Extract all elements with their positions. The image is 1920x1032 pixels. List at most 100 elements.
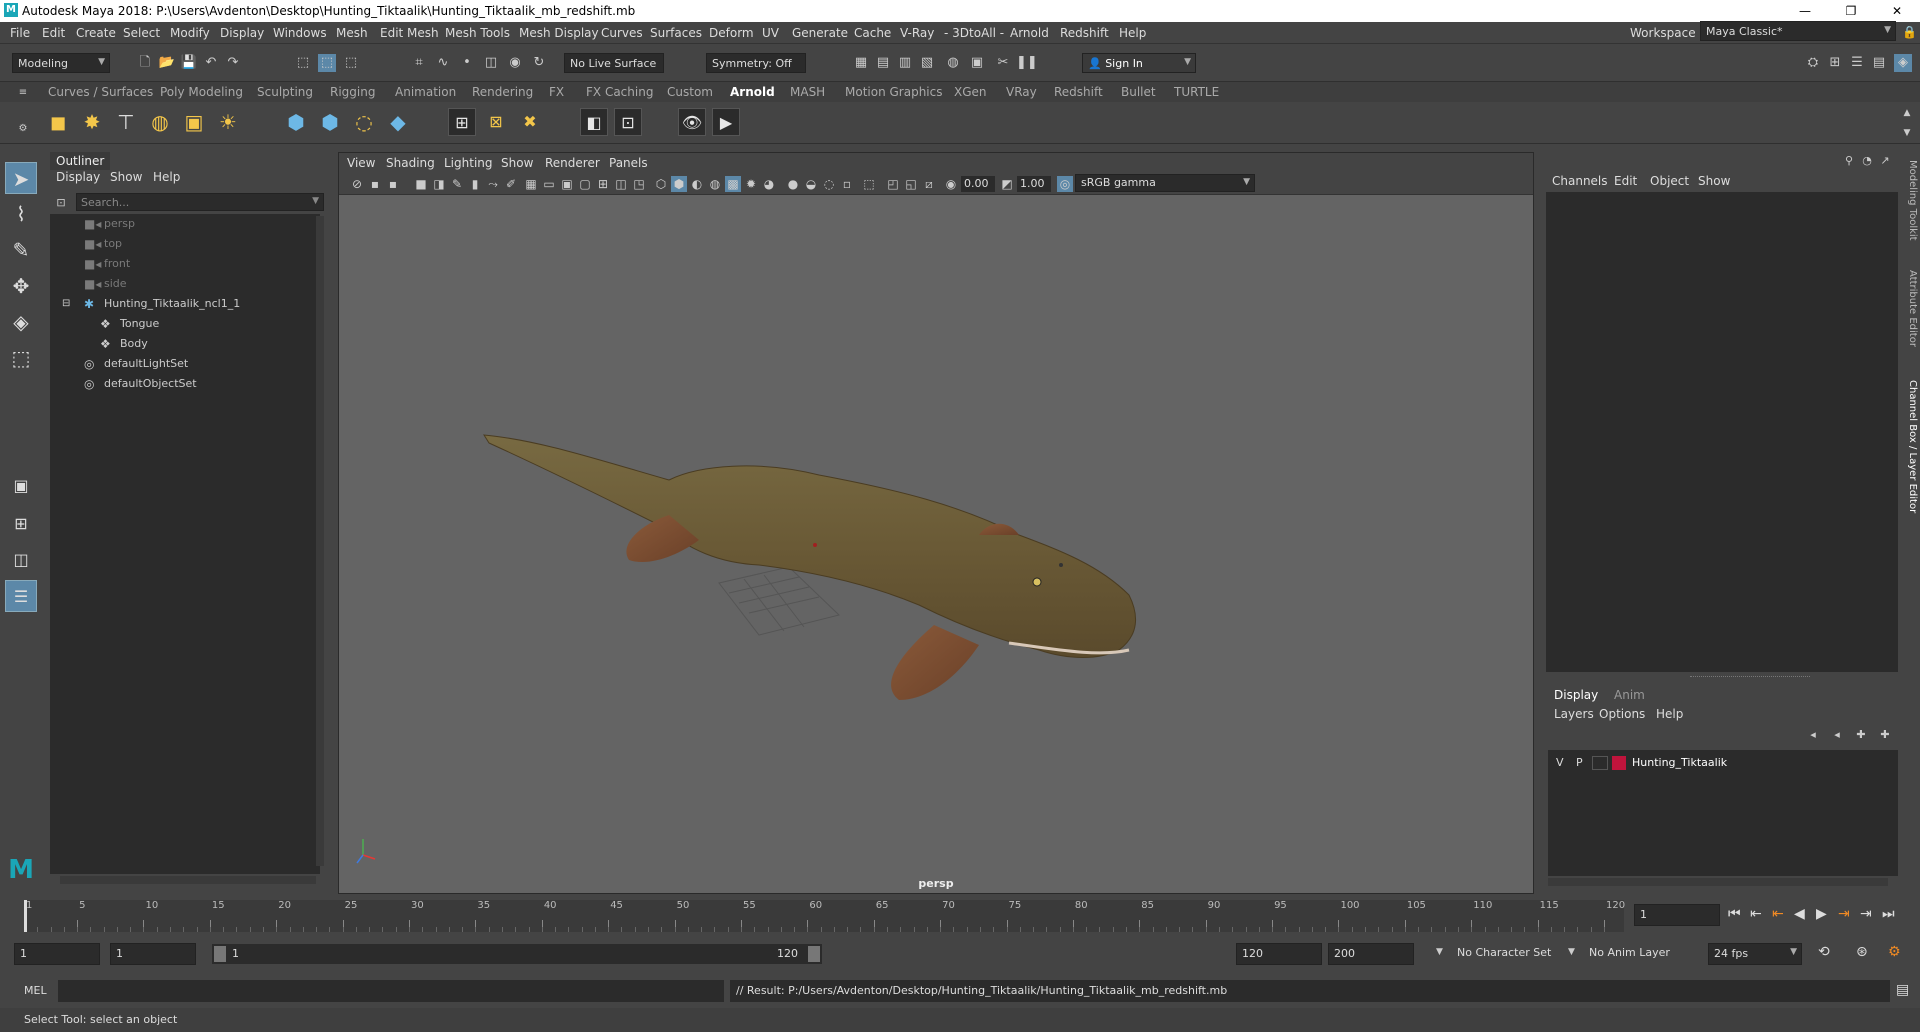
outliner-item-front[interactable]: ■◂ front [50,254,320,274]
viewport-menu-shading[interactable]: Shading [386,156,435,170]
layer-menu-options[interactable]: Options [1599,707,1645,721]
hypershade-icon[interactable]: ◍ [944,54,962,72]
shelf-scroll-up-icon[interactable]: ▲ [1898,104,1916,122]
mode-dropdown[interactable]: Modeling ▼ [12,53,110,73]
panel-splitter[interactable] [1690,676,1810,680]
outliner-horizontal-scrollbar[interactable] [60,876,316,884]
isolate-icon[interactable]: ⬚ [861,176,877,192]
resolution-gate-icon[interactable]: ▣ [559,176,575,192]
paint-select-tool-icon[interactable]: ✎ [5,234,37,266]
layer-editor-toggle-icon[interactable]: ◈ [1894,54,1912,72]
shelf-tab-fx-caching[interactable]: FX Caching [586,85,653,99]
time-slider[interactable]: 1 5 10 15 20 25 30 35 40 45 50 55 60 65 70 75 80 85 90 95 10… [0,896,1920,936]
viewport-menu-lighting[interactable]: Lighting [444,156,493,170]
select-object-icon[interactable]: ⬚ [318,54,336,72]
shelf-tab-mash[interactable]: MASH [790,85,825,99]
menu-select[interactable]: Select [123,26,160,40]
search-options-icon[interactable]: ▼ [312,196,319,206]
step-back-key-icon[interactable]: ⇤ [1750,906,1762,922]
standin-export-icon[interactable]: ⬢ [316,108,344,136]
live-surface-dropdown[interactable]: No Live Surface [564,53,664,73]
flush-sky-cache-icon[interactable]: ⊠ [482,108,510,136]
go-to-end-icon[interactable]: ⏭ [1882,906,1895,922]
xray-components-icon[interactable]: ⧄ [921,176,937,192]
channel-box-menu-edit[interactable]: Edit [1614,174,1637,188]
select-component-icon[interactable]: ⬚ [342,54,360,72]
play-backwards-icon[interactable]: ◀ [1794,906,1805,922]
viewport-menu-show[interactable]: Show [501,156,533,170]
anim-layer-dropdown[interactable]: No Anim Layer [1584,943,1684,965]
color-management-icon[interactable]: ◎ [1057,176,1073,192]
shelf-tab-motion-graphics[interactable]: Motion Graphics [845,85,943,99]
shelf-tab-curves-surfaces[interactable]: Curves / Surfaces [48,85,153,99]
outliner-layout-icon[interactable]: ☰ [5,580,37,612]
outliner-item-default-object-set[interactable]: ◎ defaultObjectSet [50,374,320,394]
range-end-handle[interactable] [808,946,820,962]
layer-tab-display[interactable]: Display [1554,688,1598,702]
current-time-indicator[interactable] [24,900,27,932]
area-light-icon[interactable]: ◼ [44,108,72,136]
symmetry-dropdown[interactable]: Symmetry: Off [706,53,806,73]
channel-box-help-icon[interactable]: ◔ [1858,152,1876,170]
layer-row[interactable]: V P Hunting_Tiktaalik [1548,754,1898,772]
menu-uv[interactable]: UV [762,26,779,40]
layer-visibility-toggle[interactable]: V [1556,756,1564,769]
fps-dropdown[interactable]: 24 fps ▼ [1708,943,1802,965]
playback-end-field[interactable]: 120 [1236,943,1322,965]
menu-curves[interactable]: Curves [601,26,643,40]
mesh-light-icon[interactable]: ✸ [78,108,106,136]
shelf-tab-vray[interactable]: VRay [1006,85,1037,99]
rotate-tool-icon[interactable]: ◈ [5,306,37,338]
menu-mesh-display[interactable]: Mesh Display [519,26,599,40]
outliner-filter-icon[interactable]: ⊡ [52,194,70,212]
shelf-tab-custom[interactable]: Custom [667,85,713,99]
menu-mesh-tools[interactable]: Mesh Tools [445,26,510,40]
physical-sky-icon[interactable]: ☀ [214,108,242,136]
channel-box-menu-channels[interactable]: Channels [1552,174,1608,188]
outliner-item-top[interactable]: ■◂ top [50,234,320,254]
shelf-menu-icon[interactable]: ≡ [14,84,32,102]
shelf-tab-turtle[interactable]: TURTLE [1174,85,1219,99]
render-icon[interactable]: ▤ [874,54,892,72]
layer-horizontal-scrollbar[interactable] [1548,878,1888,886]
menu-create[interactable]: Create [76,26,116,40]
menu-3dtoall[interactable]: - 3DtoAll - [944,26,1004,40]
workspace-dropdown[interactable]: Maya Classic* ▼ [1700,21,1896,41]
modeling-toolkit-icon[interactable]: ⛭ [1804,54,1822,72]
minimize-icon[interactable]: — [1782,0,1828,22]
viewport-panel[interactable]: View Shading Lighting Show Renderer Pane… [338,152,1534,894]
play-forwards-icon[interactable]: ▶ [1816,906,1827,922]
screen-space-ao-icon[interactable]: ● [785,176,801,192]
lock-icon[interactable]: 🔒 [1902,25,1917,39]
default-material-icon[interactable]: ◐ [689,176,705,192]
camera-attributes-icon[interactable]: ▪ [367,176,383,192]
volume-icon[interactable]: ◌ [350,108,378,136]
outliner-search-input[interactable]: Search... ▼ [76,193,324,211]
snap-view-icon[interactable]: ◫ [482,54,500,72]
use-all-lights-icon[interactable]: ✹ [743,176,759,192]
menu-surfaces[interactable]: Surfaces [650,26,702,40]
command-input[interactable] [58,980,724,1002]
range-start-handle[interactable] [214,946,226,962]
wireframe-icon[interactable]: ⬡ [653,176,669,192]
shelf-tab-arnold[interactable]: Arnold [730,85,775,99]
select-hierarchy-icon[interactable]: ⬚ [294,54,312,72]
redshift-view-icon[interactable]: ▣ [968,54,986,72]
layer-name[interactable]: Hunting_Tiktaalik [1632,756,1727,769]
lasso-tool-icon[interactable]: ⌇ [5,198,37,230]
motion-trail-icon[interactable]: ⤳ [485,176,501,192]
channel-box-prefs-icon[interactable]: ⚲ [1840,152,1858,170]
bookmarks-icon[interactable]: ▪ [385,176,401,192]
auto-key-icon[interactable]: ⊛ [1856,944,1868,960]
close-icon[interactable]: ✕ [1874,0,1920,22]
outliner-menu-help[interactable]: Help [153,170,180,184]
history-icon[interactable]: ↻ [530,54,548,72]
anim-layer-arrow-icon[interactable]: ▼ [1568,947,1575,957]
viewport-menu-renderer[interactable]: Renderer [545,156,600,170]
side-tab-attribute-editor[interactable]: Attribute Editor [1907,270,1918,370]
script-language-label[interactable]: MEL [24,984,47,997]
menu-modify[interactable]: Modify [170,26,210,40]
menu-vray[interactable]: V-Ray [900,26,934,40]
motion-blur-icon[interactable]: ◒ [803,176,819,192]
step-forward-frame-icon[interactable]: ⇥ [1838,906,1850,922]
